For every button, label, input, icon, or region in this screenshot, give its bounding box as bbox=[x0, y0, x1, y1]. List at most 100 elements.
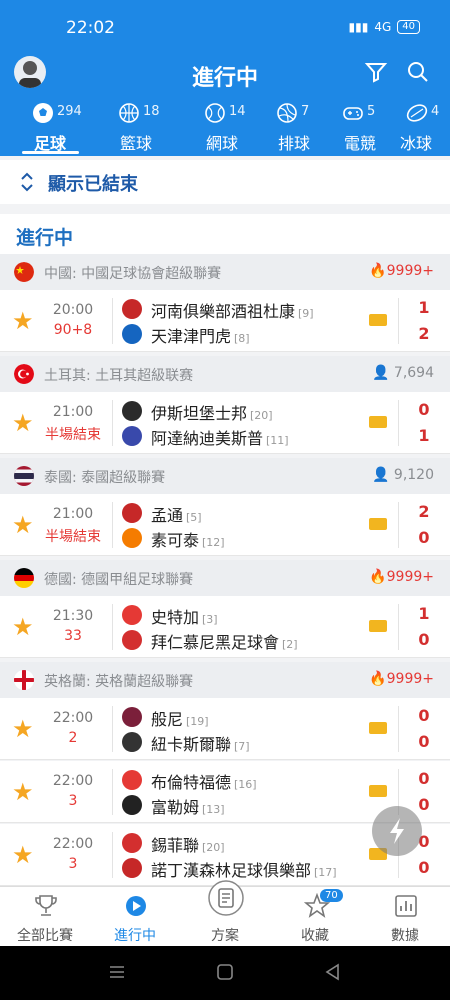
heat-count: 🔥9999+ bbox=[369, 263, 434, 279]
team-rank: [17] bbox=[314, 866, 337, 879]
nav-favorites[interactable]: 70 收藏 bbox=[270, 887, 360, 947]
match-row[interactable]: ★ 21:30 33 史特加 [3] 拜仁慕尼黑足球會 [2] 1 0 bbox=[0, 596, 450, 658]
away-team: 天津津門虎 [8] bbox=[120, 322, 370, 346]
home-score: 0 bbox=[418, 400, 430, 419]
match-row[interactable]: ★ 20:00 90+8 河南俱樂部酒祖杜康 [9] 天津津門虎 [8] 1 2 bbox=[0, 290, 450, 352]
team-logo-icon bbox=[122, 401, 142, 421]
germany-flag-icon bbox=[14, 568, 34, 588]
tab-count: 5 bbox=[367, 104, 376, 119]
home-score: 1 bbox=[418, 298, 430, 317]
fire-icon: 🔥 bbox=[369, 263, 387, 279]
team-rank: [11] bbox=[266, 434, 289, 447]
match-row[interactable]: ★ 21:00 半場結束 伊斯坦堡士邦 [20] 阿達納迪美斯普 [11] 0 1 bbox=[0, 392, 450, 454]
away-score: 1 bbox=[418, 426, 430, 445]
team-logo-icon bbox=[122, 528, 142, 548]
match-time: 21:00 bbox=[52, 404, 94, 420]
nav-live[interactable]: 進行中 bbox=[90, 887, 180, 947]
match-status: 90+8 bbox=[53, 322, 93, 338]
tab-hockey[interactable]: 4 冰球 bbox=[382, 96, 450, 156]
match-row[interactable]: ★ 21:00 半場結束 孟通 [5] 素可泰 [12] 2 0 bbox=[0, 494, 450, 556]
turkey-flag-icon bbox=[14, 364, 34, 384]
team-name: 天津津門虎 bbox=[151, 327, 232, 346]
league-header[interactable]: 泰國: 泰國超級聯賽 👤 9,120 bbox=[0, 458, 450, 494]
team-rank: [8] bbox=[234, 332, 250, 345]
team-name: 紐卡斯爾聯 bbox=[151, 735, 232, 754]
favorite-star-icon[interactable]: ★ bbox=[12, 778, 34, 806]
menu-icon[interactable] bbox=[108, 964, 126, 980]
home-score: 1 bbox=[418, 604, 430, 623]
search-icon[interactable] bbox=[406, 60, 430, 88]
show-finished-toggle[interactable]: 顯示已結束 bbox=[0, 160, 450, 204]
tab-label: 冰球 bbox=[399, 134, 432, 153]
live-video-icon[interactable] bbox=[369, 722, 387, 734]
back-icon[interactable] bbox=[324, 963, 342, 981]
viewer-count: 👤 9,120 bbox=[372, 467, 434, 483]
tab-basketball[interactable]: 18 籃球 bbox=[94, 96, 178, 156]
favorite-star-icon[interactable]: ★ bbox=[12, 613, 34, 641]
tab-count: 18 bbox=[143, 104, 160, 119]
league-header[interactable]: 中國: 中國足球協會超級聯賽 🔥9999+ bbox=[0, 254, 450, 290]
favorite-star-icon[interactable]: ★ bbox=[12, 409, 34, 437]
nav-plans[interactable]: 方案 bbox=[180, 880, 270, 947]
filter-icon[interactable] bbox=[364, 60, 388, 88]
team-logo-icon bbox=[122, 630, 142, 650]
team-name: 伊斯坦堡士邦 bbox=[151, 404, 248, 423]
league-header[interactable]: 德國: 德國甲組足球聯賽 🔥9999+ bbox=[0, 560, 450, 596]
nav-label: 進行中 bbox=[114, 928, 156, 944]
floating-assistant-button[interactable] bbox=[372, 806, 422, 856]
user-icon: 👤 bbox=[372, 467, 394, 483]
away-team: 拜仁慕尼黑足球會 [2] bbox=[120, 628, 370, 652]
home-score: 0 bbox=[418, 706, 430, 725]
tennis-icon bbox=[205, 103, 225, 123]
heat-count: 🔥9999+ bbox=[369, 569, 434, 585]
team-rank: [2] bbox=[282, 638, 298, 651]
live-video-icon[interactable] bbox=[369, 620, 387, 632]
match-status: 33 bbox=[64, 628, 82, 644]
divider bbox=[398, 706, 399, 752]
favorite-star-icon[interactable]: ★ bbox=[12, 307, 34, 335]
team-logo-icon bbox=[122, 732, 142, 752]
away-team: 富勒姆 [13] bbox=[120, 793, 370, 817]
heat-value: 9999+ bbox=[386, 569, 434, 585]
home-icon[interactable] bbox=[216, 963, 234, 981]
nav-label: 方案 bbox=[211, 928, 239, 944]
tab-soccer[interactable]: 294 足球 bbox=[8, 96, 92, 156]
toggle-label: 顯示已結束 bbox=[48, 174, 138, 195]
section-title: 進行中 bbox=[16, 227, 74, 249]
trophy-icon bbox=[35, 895, 57, 916]
favorite-star-icon[interactable]: ★ bbox=[12, 715, 34, 743]
league-name: 土耳其: 土耳其超級联赛 bbox=[44, 368, 194, 384]
team-name: 布倫特福德 bbox=[151, 773, 232, 792]
nav-label: 收藏 bbox=[301, 928, 329, 944]
nav-all-matches[interactable]: 全部比賽 bbox=[0, 887, 90, 947]
divider bbox=[112, 502, 113, 548]
tab-indicator bbox=[22, 151, 79, 154]
viewer-value: 9,120 bbox=[393, 467, 434, 483]
sport-tabs: 294 足球 18 籃球 14 網球 7 排球 5 電競 4 冰球 bbox=[0, 96, 450, 156]
league-header[interactable]: 英格蘭: 英格蘭超級聯賽 🔥9999+ bbox=[0, 662, 450, 698]
favorites-badge: 70 bbox=[320, 889, 343, 902]
tab-count: 294 bbox=[57, 104, 82, 119]
tab-count: 7 bbox=[301, 104, 310, 119]
divider bbox=[112, 400, 113, 446]
fire-icon: 🔥 bbox=[369, 671, 387, 687]
match-row[interactable]: ★ 22:00 2 般尼 [19] 紐卡斯爾聯 [7] 0 0 bbox=[0, 698, 450, 760]
favorite-star-icon[interactable]: ★ bbox=[12, 511, 34, 539]
live-video-icon[interactable] bbox=[369, 416, 387, 428]
league-header[interactable]: 土耳其: 土耳其超級联赛 👤 7,694 bbox=[0, 356, 450, 392]
team-logo-icon bbox=[122, 707, 142, 727]
viewer-value: 7,694 bbox=[393, 365, 434, 381]
live-video-icon[interactable] bbox=[369, 785, 387, 797]
favorite-star-icon[interactable]: ★ bbox=[12, 841, 34, 869]
network-label: 4G bbox=[374, 20, 392, 34]
live-video-icon[interactable] bbox=[369, 518, 387, 530]
team-rank: [9] bbox=[298, 307, 314, 320]
divider bbox=[112, 298, 113, 344]
team-rank: [13] bbox=[202, 803, 225, 816]
divider bbox=[398, 502, 399, 548]
divider bbox=[112, 769, 113, 815]
match-time: 21:00 bbox=[52, 506, 94, 522]
away-score: 0 bbox=[418, 528, 430, 547]
nav-data[interactable]: 數據 bbox=[360, 887, 450, 947]
live-video-icon[interactable] bbox=[369, 314, 387, 326]
